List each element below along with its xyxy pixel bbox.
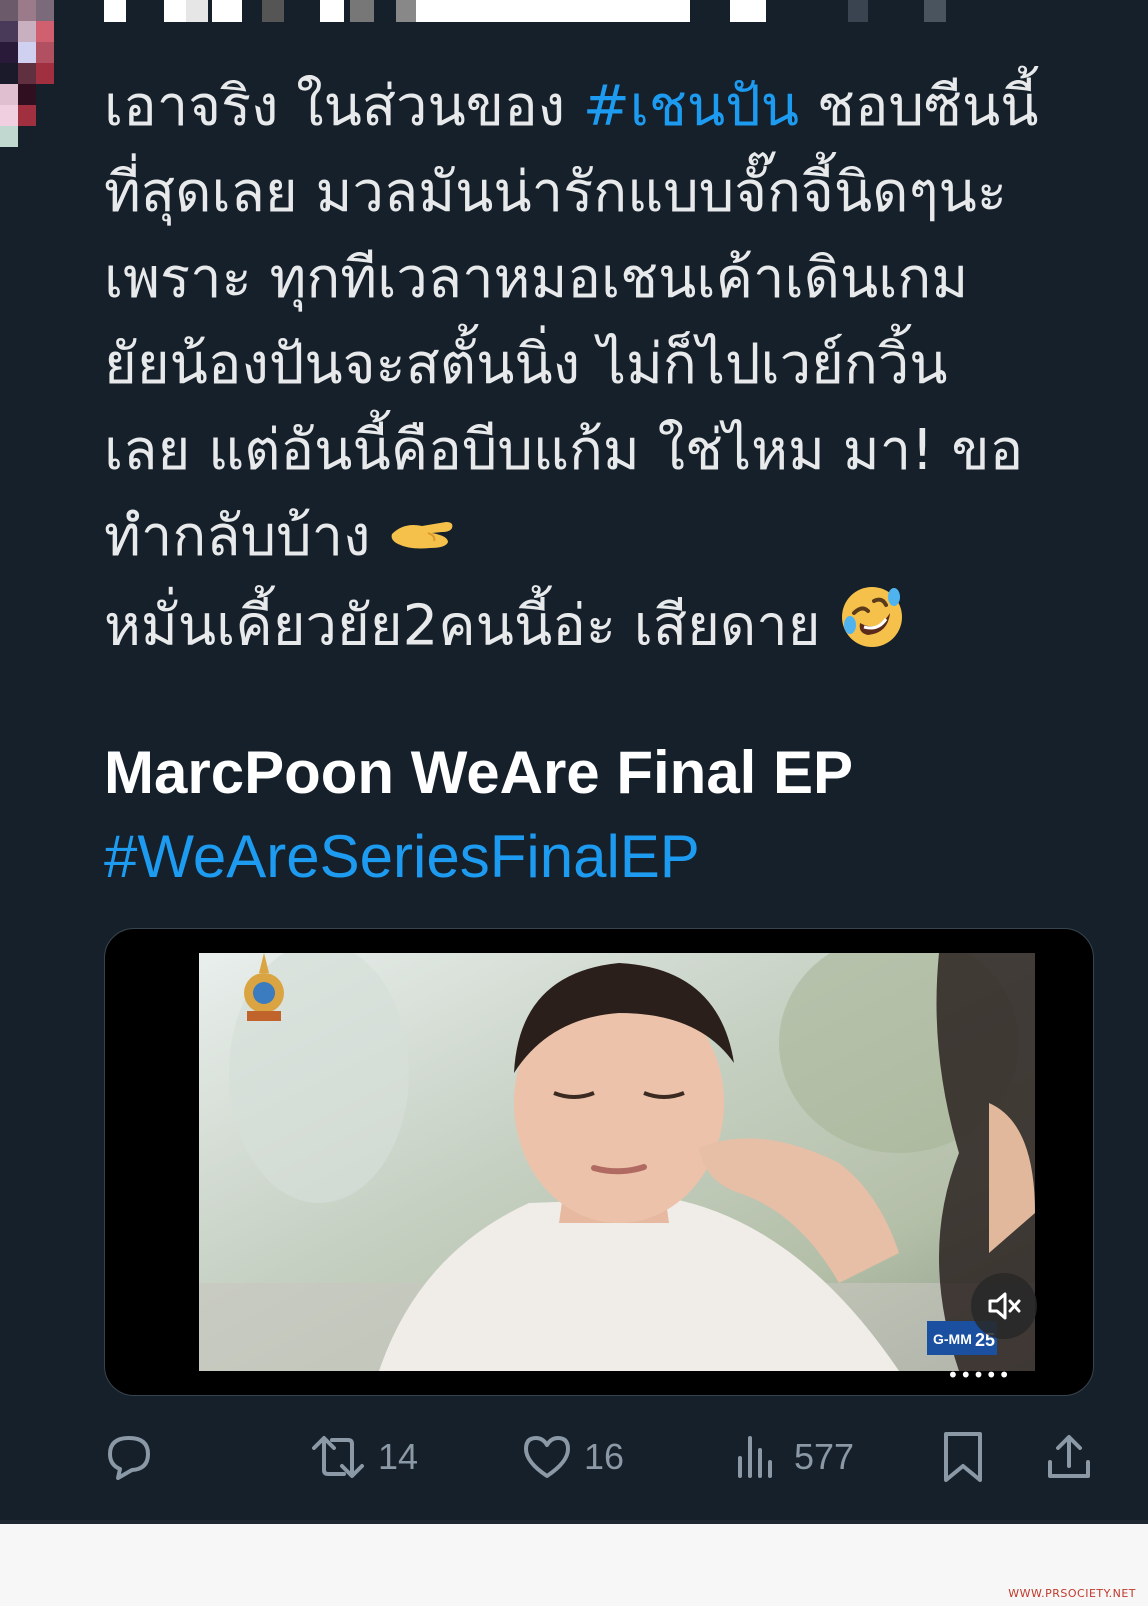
- retweet-icon: [312, 1436, 364, 1478]
- watermark: WWW.PRSOCIETY.NET: [1008, 1587, 1136, 1600]
- tweet-line: ยัยน้องปันจะสตั้นนิ่ง ไม่ก็ไปเวย์กวิ้น: [104, 332, 948, 397]
- bookmark-button[interactable]: [940, 1424, 986, 1490]
- share-button[interactable]: [1044, 1424, 1094, 1490]
- svg-text:G-MM: G-MM: [933, 1331, 972, 1347]
- more-dots: •••••: [947, 1363, 1011, 1387]
- tweet-line: เลย แต่อันนี้คือบีบแก้ม ใช่ไหม มา! ขอ: [104, 418, 1024, 483]
- hashtag-link[interactable]: #WeAreSeriesFinalEP: [104, 822, 700, 891]
- reply-icon: [108, 1436, 150, 1480]
- share-icon: [1048, 1435, 1090, 1478]
- tweet-line: ทำกลับบ้าง: [104, 494, 1114, 583]
- retweet-count: 14: [378, 1436, 419, 1477]
- tweet-line: เอาจริง ในส่วนของ #เชนปัน ชอบซีนนี้: [104, 74, 1039, 139]
- video-still: G-MM 25: [199, 953, 1035, 1371]
- views-button[interactable]: 577: [732, 1424, 854, 1490]
- mute-button[interactable]: [971, 1273, 1037, 1339]
- reply-button[interactable]: [104, 1424, 154, 1490]
- tweet-line: ที่สุดเลย มวลมันน่ารักแบบจั๊กจี้นิดๆนะ: [104, 160, 1007, 225]
- like-button[interactable]: 16: [522, 1424, 624, 1490]
- pinching-hand-emoji-icon: [388, 497, 460, 583]
- tweet-actions: 14 16 577: [104, 1424, 1094, 1490]
- video-title: MarcPoon WeAre Final EP: [104, 739, 854, 806]
- footer-bar: WWW.PRSOCIETY.NET: [0, 1524, 1148, 1606]
- video-player[interactable]: G-MM 25 •••••: [104, 928, 1094, 1396]
- tweet-text: เอาจริง ในส่วนของ #เชนปัน ชอบซีนนี้ ที่ส…: [104, 64, 1114, 676]
- retweet-button[interactable]: 14: [310, 1424, 418, 1490]
- bookmark-icon: [944, 1432, 982, 1482]
- heart-icon: [524, 1436, 570, 1478]
- avatar[interactable]: [0, 0, 72, 170]
- video-frame[interactable]: G-MM 25: [199, 953, 1035, 1371]
- rolling-laughing-emoji-icon: [838, 583, 906, 676]
- like-count: 16: [584, 1436, 625, 1477]
- view-count: 577: [794, 1436, 855, 1477]
- views-icon: [738, 1436, 772, 1478]
- hashtag-link[interactable]: #เชนปัน: [583, 74, 799, 139]
- tweet-line: เพราะ ทุกทีเวลาหมอเชนเค้าเดินเกม: [104, 246, 969, 311]
- mute-icon: [988, 1292, 1021, 1320]
- tweet-line: หมั่นเคี้ยวยัย2คนนี้อ่ะ เสียดาย: [104, 583, 1114, 676]
